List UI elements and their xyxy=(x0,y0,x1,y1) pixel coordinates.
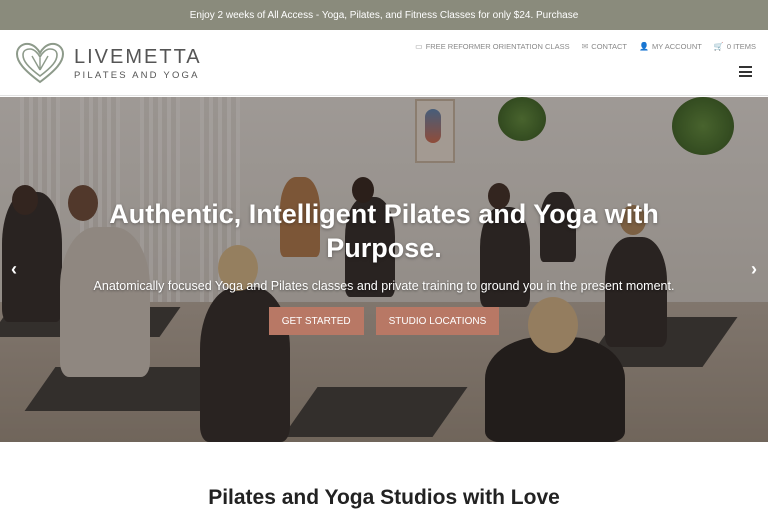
my-account-label: MY ACCOUNT xyxy=(651,42,702,51)
get-started-button[interactable]: GET STARTED xyxy=(268,307,364,335)
free-orientation-label: FREE REFORMER ORIENTATION CLASS xyxy=(425,42,570,51)
user-icon: 👤 xyxy=(639,42,649,51)
mail-icon: ✉ xyxy=(581,42,589,51)
my-account-link[interactable]: 👤 MY ACCOUNT xyxy=(639,42,702,51)
logo-name: LIVEMETTA xyxy=(74,45,202,68)
hero-content: Authentic, Intelligent Pilates and Yoga … xyxy=(0,197,768,335)
cart-label: 0 ITEMS xyxy=(726,42,756,51)
logo[interactable]: LIVEMETTA PILATES AND YOGA xyxy=(14,42,202,84)
hero-slider: ‹ › Authentic, Intelligent Pilates and Y… xyxy=(0,97,768,442)
announcement-bar[interactable]: Enjoy 2 weeks of All Access - Yoga, Pila… xyxy=(0,0,768,30)
site-header: LIVEMETTA PILATES AND YOGA ▭ FREE REFORM… xyxy=(0,30,768,96)
heart-logo-icon xyxy=(15,42,65,84)
hero-subtitle: Anatomically focused Yoga and Pilates cl… xyxy=(93,279,675,293)
announcement-text[interactable]: Enjoy 2 weeks of All Access - Yoga, Pila… xyxy=(190,10,579,21)
contact-link[interactable]: ✉ CONTACT xyxy=(582,42,627,51)
chat-icon: ▭ xyxy=(415,42,423,51)
hero-buttons: GET STARTED STUDIO LOCATIONS xyxy=(0,307,768,335)
cart-icon: 🛒 xyxy=(713,42,724,51)
menu-hamburger-icon[interactable] xyxy=(739,66,752,77)
logo-tagline: PILATES AND YOGA xyxy=(74,69,200,81)
studio-locations-button[interactable]: STUDIO LOCATIONS xyxy=(375,307,500,335)
section-title: Pilates and Yoga Studios with Love xyxy=(208,486,560,509)
cart-link[interactable]: 🛒 0 ITEMS xyxy=(714,42,756,51)
hero-title: Authentic, Intelligent Pilates and Yoga … xyxy=(109,199,659,263)
free-orientation-link[interactable]: ▭ FREE REFORMER ORIENTATION CLASS xyxy=(415,42,569,51)
contact-label: CONTACT xyxy=(591,42,627,51)
utility-nav: ▭ FREE REFORMER ORIENTATION CLASS ✉ CONT… xyxy=(415,42,756,51)
